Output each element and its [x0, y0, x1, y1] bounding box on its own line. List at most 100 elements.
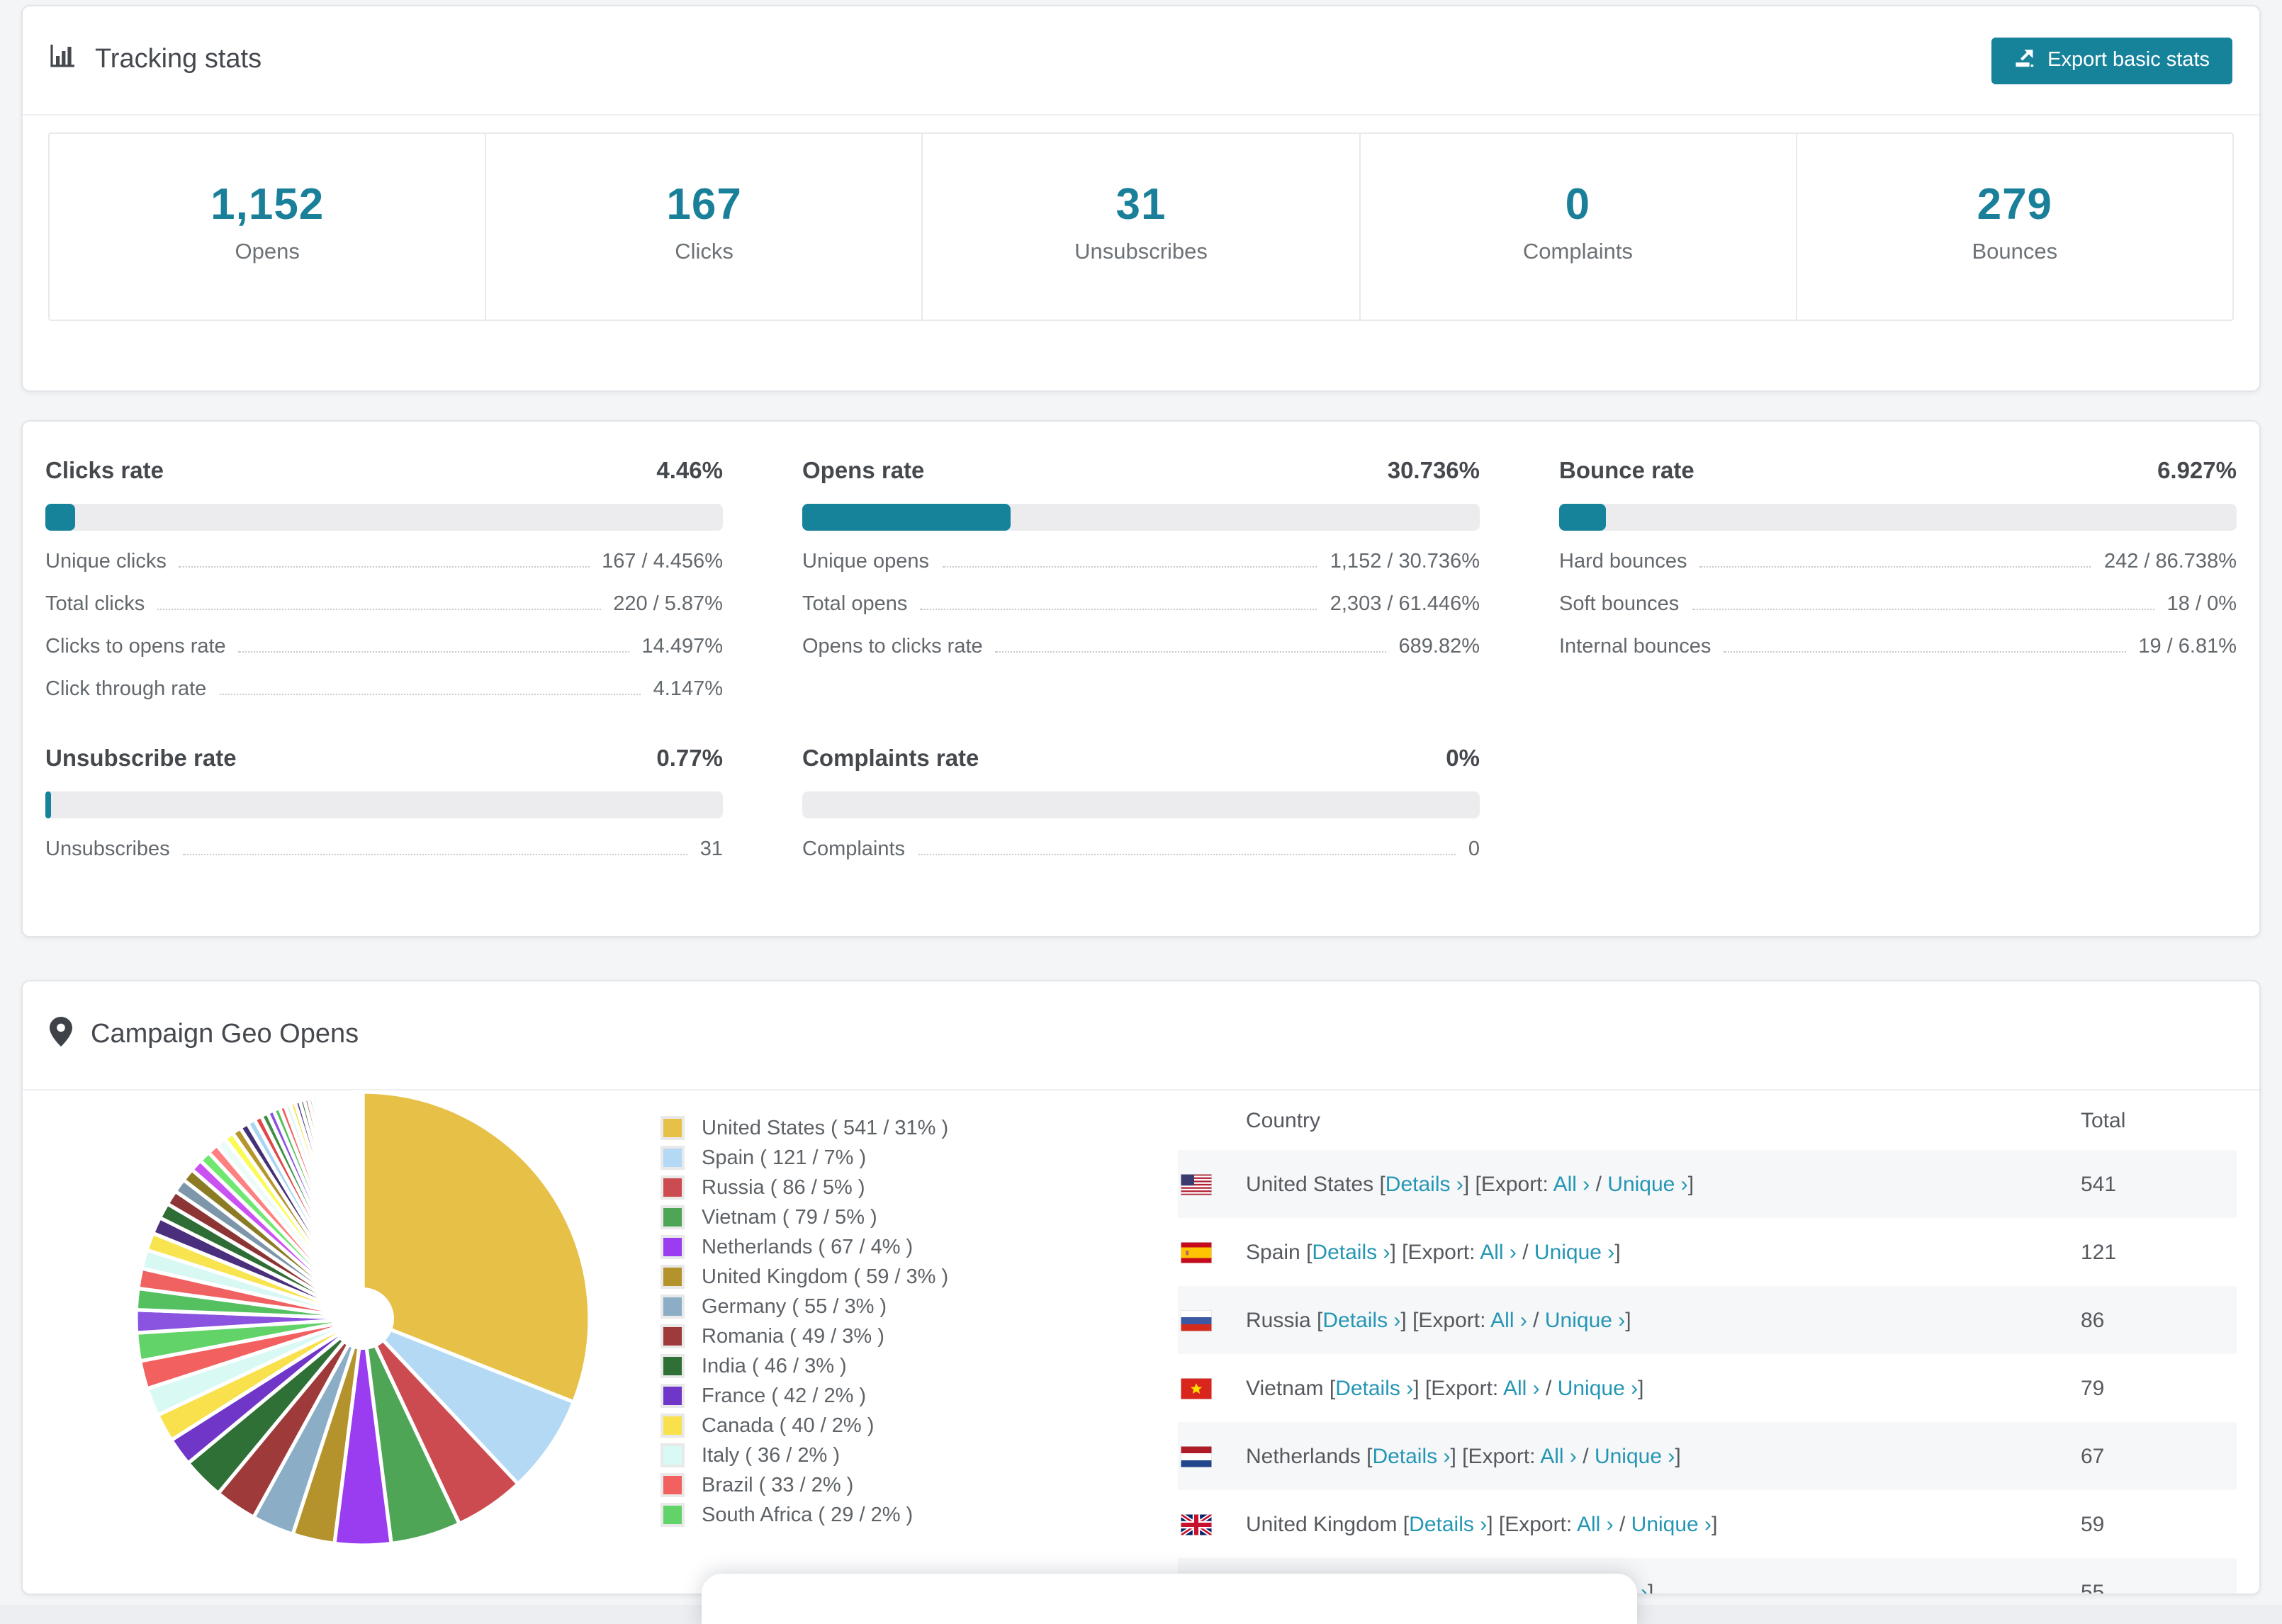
slash-text: /	[1539, 1376, 1558, 1400]
rate-progress-track	[45, 504, 723, 531]
export-button-label: Export basic stats	[2047, 49, 2210, 72]
legend-item-south-africa: South Africa ( 29 / 2% )	[661, 1503, 1057, 1527]
rate-block-clicks-rate: Clicks rate 4.46% Unique clicks 167 / 4.456…	[45, 458, 723, 701]
campaign-geo-opens-card: Campaign Geo Opens United States ( 541 /…	[21, 980, 2261, 1595]
legend-label: Romania ( 49 / 3% )	[702, 1325, 884, 1348]
rate-rows: Unique opens 1,152 / 30.736% Total opens 2,…	[802, 551, 1480, 658]
export-all-link-united-kingdom[interactable]: All ›	[1577, 1512, 1614, 1536]
dotted-leader	[918, 838, 1456, 855]
table-row-united-states: United States [Details ›] [Export: All ›…	[1178, 1150, 2237, 1218]
legend-item-united-states: United States ( 541 / 31% )	[661, 1116, 1057, 1140]
table-row-vietnam: Vietnam [Details ›] [Export: All › / Uni…	[1178, 1354, 2237, 1422]
rate-row-label: Internal bounces	[1559, 636, 1712, 658]
tracking-stats-title-text: Tracking stats	[95, 45, 262, 74]
stat-label: Clicks	[675, 240, 734, 264]
export-unique-link-united-kingdom[interactable]: Unique ›	[1631, 1512, 1712, 1536]
export-basic-stats-button[interactable]: Export basic stats	[1991, 37, 2232, 84]
legend-item-canada: Canada ( 40 / 2% )	[661, 1414, 1057, 1438]
rate-title: Unsubscribe rate	[45, 746, 237, 772]
rate-row-label: Total opens	[802, 593, 908, 616]
nl-flag-icon	[1181, 1445, 1212, 1467]
dotted-leader	[179, 551, 590, 568]
stat-clicks: 167 Clicks	[485, 134, 921, 320]
export-unique-link-netherlands[interactable]: Unique ›	[1595, 1444, 1675, 1468]
rate-progress-track	[802, 504, 1480, 531]
rate-row-label: Click through rate	[45, 678, 207, 701]
details-link-netherlands[interactable]: Details ›	[1372, 1444, 1450, 1468]
details-link-russia[interactable]: Details ›	[1322, 1308, 1400, 1332]
rate-title: Opens rate	[802, 458, 925, 484]
export-all-link-russia[interactable]: All ›	[1490, 1308, 1527, 1332]
details-link-united-kingdom[interactable]: Details ›	[1409, 1512, 1487, 1536]
legend-swatch	[661, 1265, 685, 1289]
details-link-united-states[interactable]: Details ›	[1386, 1172, 1463, 1196]
rate-rows: Unsubscribes 31	[45, 838, 723, 861]
geo-content: United States ( 541 / 31% ) Spain ( 121 /…	[23, 1090, 2259, 1595]
tracking-stats-header: Tracking stats Export basic stats	[23, 6, 2259, 115]
bracket-end: ]	[1647, 1580, 1654, 1595]
country-name: Russia [	[1246, 1308, 1323, 1332]
rate-row-unique-opens: Unique opens 1,152 / 30.736%	[802, 551, 1480, 573]
geo-pie-chart	[129, 1085, 597, 1560]
slash-text: /	[1516, 1240, 1534, 1264]
rate-progress-fill	[802, 504, 1011, 531]
export-unique-link-russia[interactable]: Unique ›	[1545, 1308, 1625, 1332]
country-cell: Russia [Details ›] [Export: All › / Uniq…	[1246, 1308, 2081, 1332]
rate-row-value: 1,152 / 30.736%	[1330, 551, 1480, 573]
rate-row-value: 19 / 6.81%	[2138, 636, 2237, 658]
details-link-spain[interactable]: Details ›	[1312, 1240, 1390, 1264]
slash-text: /	[1576, 1444, 1595, 1468]
export-all-link-spain[interactable]: All ›	[1480, 1240, 1517, 1264]
dotted-leader	[1724, 636, 2126, 653]
country-name: United Kingdom [	[1246, 1512, 1410, 1536]
rate-block-opens-rate: Opens rate 30.736% Unique opens 1,152 / 30.…	[802, 458, 1480, 701]
rate-row-click-through-rate: Click through rate 4.147%	[45, 678, 723, 701]
gb-flag-icon	[1181, 1513, 1212, 1535]
geo-table: Country Total United States [Details ›] …	[1178, 1090, 2237, 1595]
bracket-text: ] [Export:	[1463, 1172, 1553, 1196]
legend-label: Vietnam ( 79 / 5% )	[702, 1206, 877, 1229]
bar-chart-icon	[50, 43, 77, 78]
rate-row-unique-clicks: Unique clicks 167 / 4.456%	[45, 551, 723, 573]
bracket-text: ] [Export:	[1487, 1512, 1577, 1536]
rate-row-unsubscribes: Unsubscribes 31	[45, 838, 723, 861]
table-row-russia: Russia [Details ›] [Export: All › / Uniq…	[1178, 1286, 2237, 1354]
dotted-leader	[995, 636, 1386, 653]
legend-swatch	[661, 1503, 685, 1527]
summary-stats-row: 1,152 Opens 167 Clicks 31 Unsubscribes 0 Compla…	[48, 132, 2234, 321]
rates-card: Clicks rate 4.46% Unique clicks 167 / 4.456…	[21, 420, 2261, 937]
rate-row-label: Clicks to opens rate	[45, 636, 226, 658]
table-row-spain: Spain [Details ›] [Export: All › / Uniqu…	[1178, 1218, 2237, 1286]
rate-row-value: 220 / 5.87%	[613, 593, 723, 616]
legend-swatch	[661, 1235, 685, 1259]
country-cell: Vietnam [Details ›] [Export: All › / Uni…	[1246, 1376, 2081, 1400]
rate-head: Unsubscribe rate 0.77%	[45, 746, 723, 773]
geo-title-text: Campaign Geo Opens	[91, 1020, 359, 1049]
rate-row-label: Complaints	[802, 838, 906, 861]
rate-row-label: Total clicks	[45, 593, 145, 616]
bracket-text: ] [Export:	[1390, 1240, 1480, 1264]
total-column-header: Total	[2081, 1108, 2126, 1132]
legend-label: France ( 42 / 2% )	[702, 1385, 867, 1407]
total-cell: 55	[2081, 1580, 2105, 1595]
country-cell: United States [Details ›] [Export: All ›…	[1246, 1172, 2081, 1196]
geo-header: Campaign Geo Opens	[23, 981, 2259, 1090]
export-all-link-netherlands[interactable]: All ›	[1540, 1444, 1577, 1468]
rate-rows: Unique clicks 167 / 4.456% Total clicks 220…	[45, 551, 723, 701]
legend-label: United States ( 541 / 31% )	[702, 1117, 949, 1139]
export-unique-link-united-states[interactable]: Unique ›	[1607, 1172, 1687, 1196]
tracking-stats-title: Tracking stats	[50, 43, 262, 78]
export-unique-link-spain[interactable]: Unique ›	[1534, 1240, 1614, 1264]
details-link-vietnam[interactable]: Details ›	[1335, 1376, 1413, 1400]
geo-title: Campaign Geo Opens	[50, 1016, 359, 1054]
legend-swatch	[661, 1473, 685, 1497]
export-all-link-vietnam[interactable]: All ›	[1503, 1376, 1540, 1400]
rate-row-value: 18 / 0%	[2166, 593, 2237, 616]
table-row-united-kingdom: United Kingdom [Details ›] [Export: All …	[1178, 1490, 2237, 1558]
dotted-leader	[219, 678, 641, 695]
rate-block-bounce-rate: Bounce rate 6.927% Hard bounces 242 / 86.73…	[1559, 458, 2237, 701]
export-unique-link-vietnam[interactable]: Unique ›	[1558, 1376, 1638, 1400]
rate-row-label: Soft bounces	[1559, 593, 1680, 616]
country-name: Spain [	[1246, 1240, 1313, 1264]
export-all-link-united-states[interactable]: All ›	[1553, 1172, 1590, 1196]
